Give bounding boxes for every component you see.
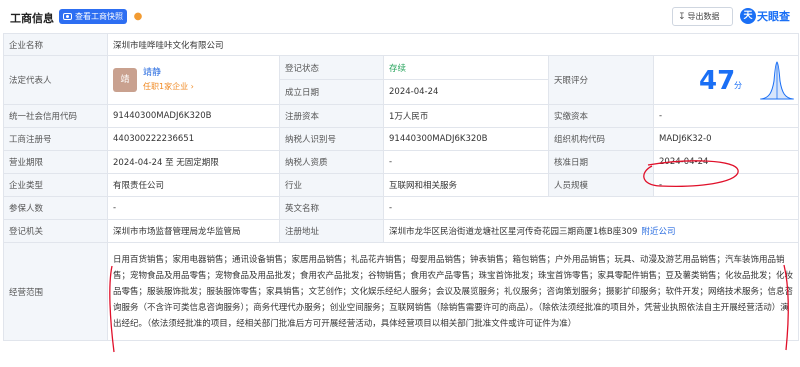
term-value: 2024-04-24 至 无固定期限 [107,150,280,174]
approve-date-label: 核准日期 [548,150,654,174]
legal-rep-name[interactable]: 靖静 [143,66,194,80]
paid-capital-label: 实缴资本 [548,104,654,128]
reg-no-value: 440300222236651 [107,127,280,151]
export-button[interactable]: ↧ 导出数据 [672,7,733,26]
snapshot-button[interactable]: 查看工商快照 [59,9,127,24]
reg-authority-label: 登记机关 [3,219,108,243]
table-row: 参保人数 - 英文名称 - [3,196,800,220]
term-label: 营业期限 [3,150,108,174]
download-icon: ↧ [678,12,686,22]
taxpayer-qual-label: 纳税人资质 [279,150,384,174]
score-value: 47 [699,66,736,96]
scope-label: 经营范围 [3,242,108,341]
snapshot-label: 查看工商快照 [75,12,123,21]
english-name-label: 英文名称 [279,196,384,220]
table-row: 法定代表人 靖靖静 任职1家企业 › 登记状态 存续 天眼评分 47 分 [3,55,800,105]
export-label: 导出数据 [687,12,720,21]
approve-date-value: 2024-04-24 [652,150,800,174]
industry-label: 行业 [279,173,384,197]
table-row: 企业名称 深圳市哇哗哇咔文化有限公司 [3,33,800,56]
taxpayer-id-value: 91440300MADJ6K320B [383,127,549,151]
reg-authority-value: 深圳市市场监督管理局龙华监管局 [107,219,280,243]
company-name-value: 深圳市哇哗哇咔文化有限公司 [106,33,800,56]
est-date-label: 成立日期 [279,79,384,105]
reg-capital-label: 注册资本 [279,104,384,128]
reg-capital-value: 1万人民币 [383,104,549,128]
legal-rep-positions[interactable]: 任职1家企业 › [143,80,194,94]
score-distribution-icon [760,61,794,100]
company-type-value: 有限责任公司 [107,173,280,197]
taxpayer-qual-value: - [383,150,549,174]
staff-size-value: - [652,173,800,197]
avatar[interactable]: 靖 [113,68,137,92]
industry-value: 互联网和相关服务 [383,173,549,197]
reg-address-value: 深圳市龙华区民治街道龙塘社区星河传奇花园三期商厦1栋B座309 [389,227,638,237]
company-name-label: 企业名称 [3,33,108,56]
reg-status-label: 登记状态 [279,55,384,80]
table-row: 统一社会信用代码 91440300MADJ6K320B 注册资本 1万人民币 实… [3,104,800,128]
org-code-label: 组织机构代码 [548,127,654,151]
legal-rep-label: 法定代表人 [3,55,108,105]
logo-mark: 天 [740,8,756,24]
logo-text: 天眼查 [757,10,790,23]
paid-capital-value: - [652,104,800,128]
tianyancha-logo[interactable]: 天天眼查 [740,8,790,26]
reg-no-label: 工商注册号 [3,127,108,151]
table-row: 登记机关 深圳市市场监督管理局龙华监管局 注册地址 深圳市龙华区民治街道龙塘社区… [3,219,800,243]
insured-label: 参保人数 [3,196,108,220]
bell-icon[interactable]: ● [132,10,144,23]
table-row: 营业期限 2024-04-24 至 无固定期限 纳税人资质 - 核准日期 202… [3,150,800,174]
table-row: 企业类型 有限责任公司 行业 互联网和相关服务 人员规模 - [3,173,800,197]
taxpayer-id-label: 纳税人识别号 [279,127,384,151]
score-cell[interactable]: 47 分 [652,55,800,105]
insured-value: - [107,196,280,220]
staff-size-label: 人员规模 [548,173,654,197]
camera-icon [63,13,72,20]
reg-address-cell: 深圳市龙华区民治街道龙塘社区星河传奇花园三期商厦1栋B座309 附近公司 [382,219,800,243]
score-unit: 分 [734,81,742,90]
reg-status-value: 存续 [383,55,549,80]
credit-code-value: 91440300MADJ6K320B [107,104,280,128]
reg-address-label: 注册地址 [279,219,384,243]
score-label: 天眼评分 [548,55,654,105]
nearby-companies-link[interactable]: 附近公司 [641,227,675,237]
legal-rep-cell: 靖靖静 任职1家企业 › [107,55,280,105]
est-date-value: 2024-04-24 [383,79,549,105]
org-code-value: MADJ6K32-0 [652,127,800,151]
table-row: 工商注册号 440300222236651 纳税人识别号 91440300MAD… [3,127,800,151]
english-name-value: - [382,196,800,220]
section-title: 工商信息 [10,12,54,25]
business-info-table: 企业名称 深圳市哇哗哇咔文化有限公司 法定代表人 靖靖静 任职1家企业 › 登记状… [3,33,800,341]
header-bar: 工商信息 查看工商快照 ● ↧ 导出数据 天天眼查 [0,0,800,33]
table-row: 经营范围 日用百货销售；家用电器销售；通讯设备销售；家居用品销售；礼品花卉销售；… [3,242,800,341]
company-type-label: 企业类型 [3,173,108,197]
scope-value: 日用百货销售；家用电器销售；通讯设备销售；家居用品销售；礼品花卉销售；母婴用品销… [106,242,800,341]
credit-code-label: 统一社会信用代码 [3,104,108,128]
